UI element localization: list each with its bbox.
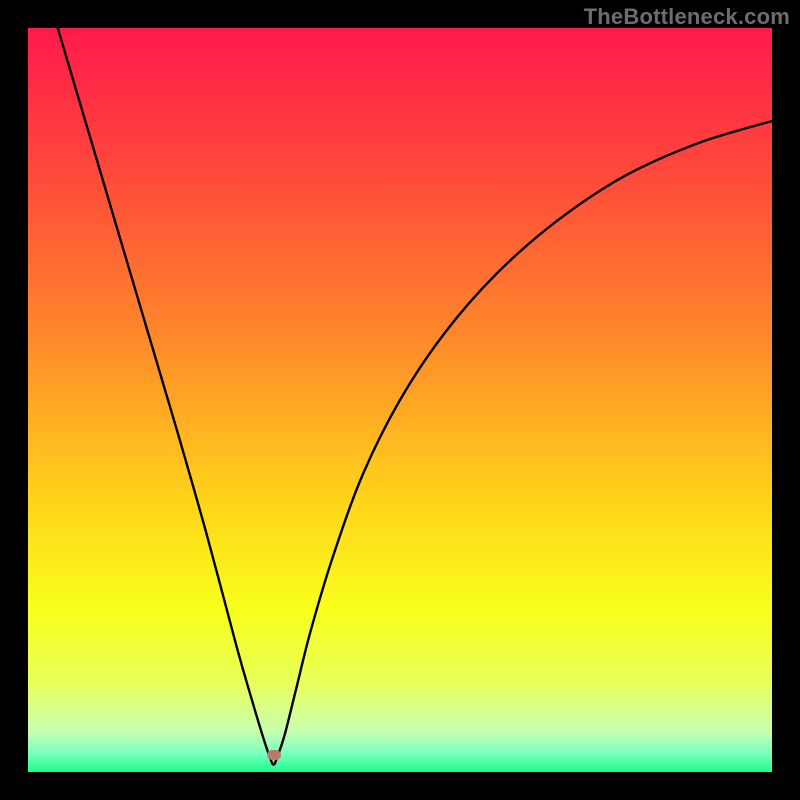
watermark-text: TheBottleneck.com bbox=[584, 4, 790, 30]
bottleneck-chart bbox=[28, 28, 772, 772]
optimal-point-marker bbox=[267, 750, 281, 760]
plot-frame bbox=[28, 28, 772, 772]
